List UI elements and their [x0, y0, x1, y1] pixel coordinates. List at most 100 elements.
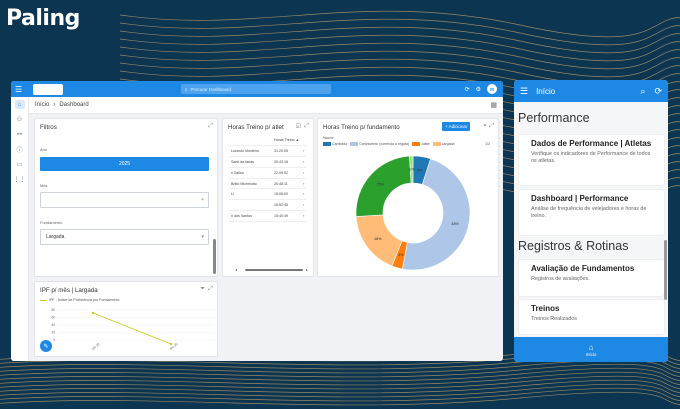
legend-item[interactable]: Jaibe	[412, 142, 430, 146]
row-arrow-icon[interactable]: ›	[301, 167, 307, 179]
mobile-bottom-nav-home[interactable]: ⌂ Início	[514, 337, 668, 362]
card-avaliacao-fundamentos[interactable]: Avaliação de Fundamentos Registros de av…	[519, 260, 664, 296]
chart-legend: Cambada Contravento (correndo a regata) Ja…	[323, 142, 457, 147]
search-placeholder: Procurar Dashboard	[190, 86, 232, 92]
y-tick-label: 80	[51, 308, 55, 312]
athlete-name: Britto Michelotto	[229, 178, 272, 190]
card-treinos[interactable]: Treinos Treinos Realizados	[519, 300, 664, 334]
settings-icon[interactable]: ⚙	[476, 86, 481, 93]
athlete-name	[229, 199, 272, 212]
fundamento-select[interactable]: Largada ▾	[40, 229, 209, 245]
home-icon[interactable]: ⌂	[14, 100, 25, 109]
expand-icon[interactable]: ⤢	[208, 286, 213, 293]
search-input[interactable]: ⌕ Procurar Dashboard	[181, 84, 331, 94]
home-icon: ⌂	[588, 342, 594, 352]
scroll-right-icon[interactable]: ▸	[306, 267, 308, 272]
add-icon: +	[201, 197, 204, 203]
filters-panel: Filtros ⤢ Ano 2025 Mês + Fundamento Larg…	[34, 118, 218, 277]
ano-select[interactable]: 2025	[40, 157, 209, 171]
wave-line	[119, 26, 680, 54]
ipf-point	[169, 342, 173, 346]
wave-line	[0, 379, 680, 394]
legend-item[interactable]: Largada	[432, 142, 455, 146]
legend-item[interactable]: Cambada	[323, 142, 347, 146]
table-row[interactable]: Lucardo Monteiro 31:20:05 ›	[229, 145, 307, 158]
card-title: Avaliação de Fundamentos	[531, 264, 635, 273]
hours-value: 31:20:05	[272, 145, 302, 158]
scroll-left-icon[interactable]: ◂	[235, 267, 237, 272]
ipf-title: IPF p/ mês | Largada	[40, 287, 98, 294]
table-row[interactable]: Britto Michelotto 20:48:11 ›	[229, 178, 307, 190]
expand-icon[interactable]: ⤢	[304, 123, 309, 130]
table-row[interactable]: 15:52:45 ›	[229, 199, 307, 212]
wave-line	[119, 18, 680, 46]
donut-chart-panel: Horas Treino p/ fundamento + Adicionar ⏷…	[317, 118, 499, 277]
apps-icon[interactable]: ⋮⋮	[14, 175, 26, 184]
card-title: Treinos	[531, 304, 560, 313]
chat-icon[interactable]: ▭	[15, 160, 25, 169]
grid-view-icon[interactable]: ▦	[490, 101, 497, 109]
menu-icon[interactable]: ☰	[520, 86, 528, 97]
search-icon[interactable]: ⌕	[640, 86, 645, 97]
mes-select[interactable]: +	[40, 192, 209, 208]
ipf-point	[91, 311, 95, 315]
edit-fab-button[interactable]: ✎	[40, 340, 52, 352]
wave-line	[119, 42, 680, 70]
legend-label: Largada	[441, 142, 455, 146]
refresh-icon[interactable]: ⟳	[654, 86, 662, 97]
table-row[interactable]: Li 15:08:00 ›	[229, 188, 307, 201]
hours-table: Horas Treino ▲ Lucardo Monteiro 31:20:05 ›…	[229, 135, 307, 222]
mes-label: Mês	[40, 183, 48, 188]
wave-line	[0, 383, 680, 398]
table-row[interactable]: n dos Santos 15:40:49 ›	[229, 210, 307, 222]
slice-label: 3%	[398, 253, 404, 257]
expand-icon[interactable]: ⤢	[489, 123, 494, 130]
legend-swatch	[350, 142, 359, 146]
menu-icon[interactable]: ☰	[15, 85, 25, 94]
card-dashboard-performance[interactable]: Dashboard | Performance Análise de frequ…	[519, 190, 664, 235]
filter-icon[interactable]: ⏷	[483, 123, 487, 129]
table-row[interactable]: n Salles 22:09:02 ›	[229, 167, 307, 179]
legend-label: Contravento (correndo a regata)	[359, 142, 410, 146]
row-arrow-icon[interactable]: ›	[301, 199, 307, 212]
checkbox-icon[interactable]: ☑	[296, 123, 301, 130]
y-tick-label: 0	[53, 338, 55, 342]
legend-item[interactable]: Contravento (correndo a regata)	[350, 142, 409, 146]
desktop-dashboard-window: ☰ ⌕ Procurar Dashboard ⟳ ⚙ M ⌂ ⚇ ⚯ ⓘ ▭ ⋮…	[11, 81, 503, 361]
info-icon[interactable]: ⓘ	[15, 145, 25, 154]
wave-line	[0, 363, 680, 378]
avatar[interactable]: M	[487, 84, 497, 94]
legend-swatch	[323, 142, 331, 146]
sync-icon[interactable]: ⟳	[465, 86, 470, 93]
ipf-legend: IPF - Índice de Proficiência por Fundame…	[40, 298, 119, 302]
filters-title: Filtros	[40, 124, 57, 131]
row-arrow-icon[interactable]: ›	[301, 156, 307, 168]
expand-icon[interactable]: ⤢	[208, 123, 213, 130]
groups-icon[interactable]: ⚯	[15, 130, 25, 139]
row-arrow-icon[interactable]: ›	[301, 178, 307, 190]
hours-value: 15:08:00	[272, 188, 302, 201]
table-row[interactable]: Santi de farias 20:43:16 ›	[229, 156, 307, 168]
add-button[interactable]: + Adicionar	[442, 122, 471, 131]
brand-logo-box[interactable]	[33, 83, 63, 95]
row-arrow-icon[interactable]: ›	[301, 188, 307, 201]
breadcrumb-home[interactable]: Início	[35, 102, 49, 108]
x-tick-label: jan-25	[90, 342, 100, 352]
slice-label: 48%	[451, 222, 459, 226]
card-dados-performance[interactable]: Dados de Performance | Atletas Verifique…	[519, 135, 664, 185]
wave-line	[119, 50, 680, 78]
paling-logo: Paling	[6, 6, 80, 31]
mobile-title: Início	[536, 86, 556, 96]
row-arrow-icon[interactable]: ›	[301, 145, 307, 158]
mobile-scrollbar[interactable]	[664, 240, 667, 300]
legend-swatch	[432, 142, 441, 146]
filter-icon[interactable]: ⏷	[200, 286, 205, 293]
slice-label: 25%	[377, 182, 385, 186]
ipf-chart-panel: IPF p/ mês | Largada ⏷ ⤢ IPF - Índice de…	[34, 281, 218, 357]
scrollbar[interactable]	[213, 239, 216, 274]
users-icon[interactable]: ⚇	[15, 115, 25, 124]
hours-column-header[interactable]: Horas Treino ▲	[272, 135, 302, 147]
row-arrow-icon[interactable]: ›	[301, 210, 307, 222]
horizontal-scrollbar[interactable]	[245, 269, 303, 271]
fundamento-label: Fundamento	[40, 220, 63, 225]
